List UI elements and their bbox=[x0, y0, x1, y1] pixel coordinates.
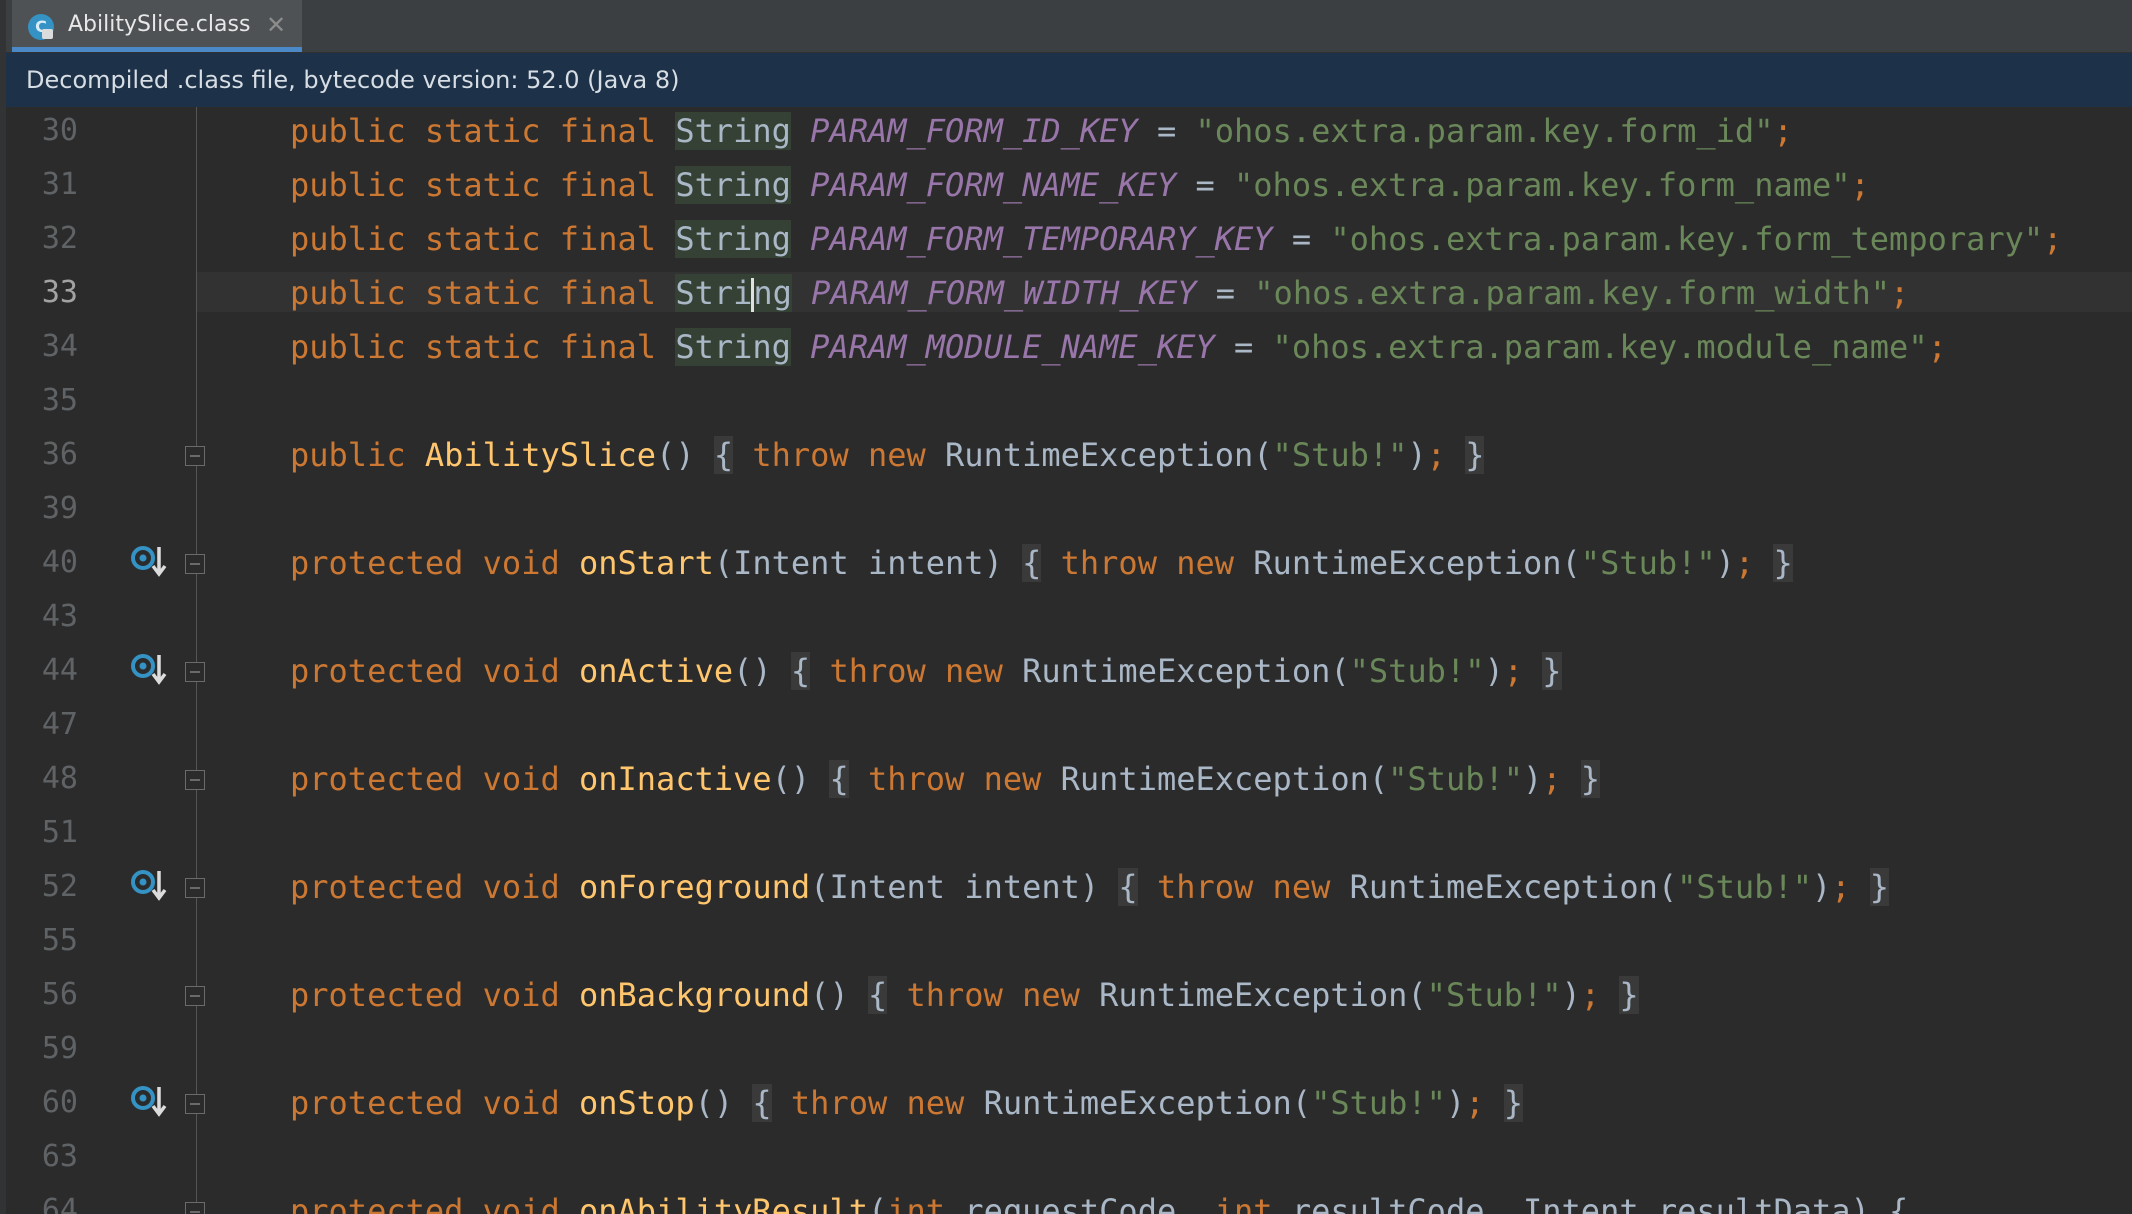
close-icon[interactable]: ✕ bbox=[266, 11, 286, 39]
tab-label: AbilitySlice.class bbox=[68, 12, 251, 37]
override-down-arrow-icon[interactable] bbox=[130, 1083, 170, 1123]
active-tab-indicator bbox=[12, 47, 302, 52]
override-down-arrow-icon[interactable] bbox=[130, 867, 170, 907]
code-line[interactable]: protected void onAbilityResult(int reque… bbox=[290, 1191, 1908, 1214]
line-number: 44 bbox=[41, 653, 78, 688]
code-line[interactable]: public static final String PARAM_FORM_TE… bbox=[290, 219, 2062, 259]
code-line[interactable]: protected void onStart(Intent intent) { … bbox=[290, 543, 1793, 583]
line-number: 31 bbox=[41, 167, 78, 202]
fold-plus-icon[interactable] bbox=[185, 554, 205, 574]
fold-plus-icon[interactable] bbox=[185, 770, 205, 790]
code-line[interactable]: protected void onInactive() { throw new … bbox=[290, 759, 1601, 799]
override-down-arrow-icon[interactable] bbox=[130, 651, 170, 691]
line-number: 34 bbox=[41, 329, 78, 364]
code-line-current[interactable]: public static final String PARAM_FORM_WI… bbox=[290, 273, 1909, 313]
line-number: 60 bbox=[41, 1085, 78, 1120]
line-number: 64 bbox=[41, 1193, 78, 1214]
line-number: 40 bbox=[41, 545, 78, 580]
code-line[interactable]: public static final String PARAM_FORM_NA… bbox=[290, 165, 1870, 205]
fold-plus-icon[interactable] bbox=[185, 1202, 205, 1214]
line-number: 47 bbox=[41, 707, 78, 742]
line-number: 51 bbox=[41, 815, 78, 850]
line-number: 30 bbox=[41, 113, 78, 148]
code-line[interactable]: protected void onBackground() { throw ne… bbox=[290, 975, 1639, 1015]
line-number: 55 bbox=[41, 923, 78, 958]
code-line[interactable]: protected void onActive() { throw new Ru… bbox=[290, 651, 1562, 691]
line-number: 39 bbox=[41, 491, 78, 526]
line-number: 48 bbox=[41, 761, 78, 796]
class-file-icon: C bbox=[28, 14, 54, 40]
line-number: 59 bbox=[41, 1031, 78, 1066]
decompiled-notice-banner: Decompiled .class file, bytecode version… bbox=[6, 53, 2132, 108]
fold-plus-icon[interactable] bbox=[185, 878, 205, 898]
fold-plus-icon[interactable] bbox=[185, 1094, 205, 1114]
code-line[interactable]: public AbilitySlice() { throw new Runtim… bbox=[290, 435, 1485, 475]
line-number: 35 bbox=[41, 383, 78, 418]
line-number: 56 bbox=[41, 977, 78, 1012]
fold-plus-icon[interactable] bbox=[185, 446, 205, 466]
gutter-separator bbox=[196, 107, 197, 1214]
banner-text: Decompiled .class file, bytecode version… bbox=[26, 66, 680, 94]
line-number: 43 bbox=[41, 599, 78, 634]
line-number: 36 bbox=[41, 437, 78, 472]
code-line[interactable]: protected void onStop() { throw new Runt… bbox=[290, 1083, 1523, 1123]
line-number: 63 bbox=[41, 1139, 78, 1174]
tab-abilityslice-class[interactable]: C AbilitySlice.class ✕ bbox=[12, 0, 302, 52]
code-line[interactable]: protected void onForeground(Intent inten… bbox=[290, 867, 1890, 907]
fold-plus-icon[interactable] bbox=[185, 662, 205, 682]
code-line[interactable]: public static final String PARAM_FORM_ID… bbox=[290, 111, 1793, 151]
code-line[interactable]: public static final String PARAM_MODULE_… bbox=[290, 327, 1947, 367]
line-number: 33 bbox=[41, 275, 78, 310]
line-number: 32 bbox=[41, 221, 78, 256]
line-number: 52 bbox=[41, 869, 78, 904]
code-editor[interactable]: 30 31 32 33 34 35 36 39 40 43 44 47 48 5… bbox=[6, 107, 2132, 1214]
editor-tab-bar: C AbilitySlice.class ✕ bbox=[6, 0, 2132, 53]
fold-plus-icon[interactable] bbox=[185, 986, 205, 1006]
override-down-arrow-icon[interactable] bbox=[130, 543, 170, 583]
